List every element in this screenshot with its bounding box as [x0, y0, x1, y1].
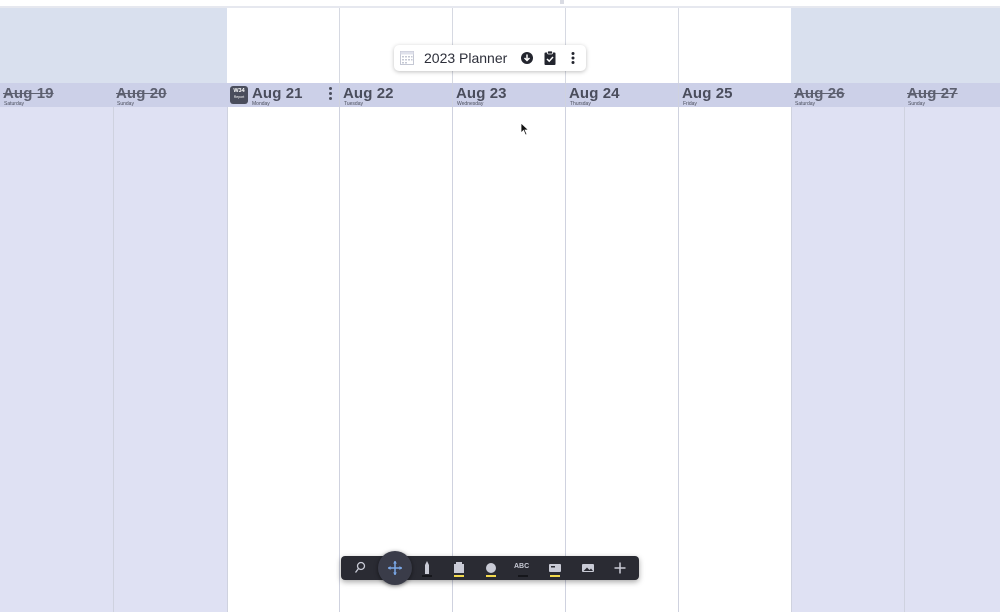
date-header-aug-20[interactable]: Aug 20 Sunday	[113, 83, 227, 107]
day-column-aug-26[interactable]	[791, 83, 904, 612]
download-icon[interactable]	[520, 50, 534, 66]
column-divider	[904, 83, 905, 612]
date-label: Aug 21	[252, 85, 303, 102]
column-divider	[452, 83, 453, 612]
weekday-label: Tuesday	[344, 101, 363, 107]
date-label: Aug 19	[3, 85, 54, 102]
column-divider	[791, 83, 792, 612]
weekday-label: Saturday	[795, 101, 816, 107]
shape-tool[interactable]	[478, 556, 504, 580]
date-label: Aug 23	[456, 85, 507, 102]
text-color-indicator	[518, 575, 528, 577]
clipboard-check-icon[interactable]	[543, 50, 557, 66]
date-header-aug-21[interactable]: W34 Report Aug 21 Monday	[227, 83, 339, 107]
day-column-aug-27[interactable]	[904, 83, 1000, 612]
highlighter-icon	[454, 562, 464, 573]
weekday-label: Sunday	[908, 101, 925, 107]
day-column-aug-21[interactable]	[227, 83, 339, 612]
sticky-note-icon	[549, 564, 561, 572]
pen-tool[interactable]	[414, 556, 440, 580]
date-header-strip: Aug 19 Saturday Aug 20 Sunday W34 Report…	[0, 83, 1000, 107]
day-column-aug-23[interactable]	[453, 83, 565, 612]
add-tool[interactable]	[607, 556, 633, 580]
date-label: Aug 26	[794, 85, 845, 102]
date-label: Aug 25	[682, 85, 733, 102]
circle-icon	[486, 563, 496, 573]
date-label: Aug 22	[343, 85, 394, 102]
week-report-label: Report	[233, 95, 245, 99]
highlighter-tool[interactable]	[446, 556, 472, 580]
day-column-aug-22[interactable]	[340, 83, 452, 612]
planner-title-bar: 2023 Planner	[394, 45, 586, 71]
column-divider	[227, 83, 228, 612]
date-header-aug-19[interactable]: Aug 19 Saturday	[0, 83, 113, 107]
date-header-aug-22[interactable]: Aug 22 Tuesday	[340, 83, 452, 107]
move-arrows-icon	[388, 561, 402, 575]
column-divider	[565, 83, 566, 612]
day-menu-icon[interactable]	[329, 87, 333, 102]
weekday-label: Monday	[252, 101, 270, 107]
date-label: Aug 24	[569, 85, 620, 102]
weekday-label: Thursday	[570, 101, 591, 107]
calendar-icon[interactable]	[400, 50, 414, 66]
date-label: Aug 20	[116, 85, 167, 102]
column-divider	[113, 83, 114, 612]
day-column-aug-24[interactable]	[566, 83, 678, 612]
header-divider	[678, 8, 679, 83]
shape-color-indicator	[486, 575, 496, 577]
day-column-aug-19[interactable]	[0, 83, 113, 612]
pen-icon	[425, 561, 429, 574]
top-edge-marker	[560, 0, 564, 4]
weekday-label: Saturday	[4, 101, 25, 107]
week-number-badge[interactable]: W34 Report	[230, 86, 248, 104]
date-header-aug-24[interactable]: Aug 24 Thursday	[566, 83, 678, 107]
weekday-label: Wednesday	[457, 101, 484, 107]
column-divider	[339, 83, 340, 612]
image-tool[interactable]	[575, 556, 601, 580]
top-edge	[0, 0, 1000, 8]
weekday-label: Friday	[683, 101, 697, 107]
drawing-toolbar: ABC	[341, 551, 639, 585]
planner-title[interactable]: 2023 Planner	[424, 50, 507, 66]
highlighter-color-indicator	[454, 575, 464, 577]
date-header-aug-25[interactable]: Aug 25 Friday	[679, 83, 791, 107]
text-tool[interactable]: ABC	[510, 556, 536, 580]
lasso-tool[interactable]	[347, 556, 373, 580]
day-column-aug-25[interactable]	[679, 83, 791, 612]
lasso-icon	[354, 561, 366, 573]
pen-color-indicator	[422, 575, 432, 577]
date-header-aug-27[interactable]: Aug 27 Sunday	[904, 83, 1000, 107]
image-icon	[582, 564, 594, 572]
date-header-aug-26[interactable]: Aug 26 Saturday	[791, 83, 904, 107]
mouse-cursor-icon	[520, 122, 530, 136]
date-header-aug-23[interactable]: Aug 23 Wednesday	[453, 83, 565, 107]
sticky-note-tool[interactable]	[542, 556, 568, 580]
header-divider	[339, 8, 340, 83]
move-tool[interactable]	[378, 551, 412, 585]
sticky-note-color-indicator	[550, 575, 560, 577]
weekend-header-area-left	[0, 8, 227, 83]
week-number-label: W34	[233, 88, 245, 94]
weekday-label: Sunday	[117, 101, 134, 107]
day-column-aug-20[interactable]	[113, 83, 227, 612]
date-label: Aug 27	[907, 85, 958, 102]
text-icon: ABC	[514, 563, 530, 570]
weekend-header-area-right	[791, 8, 1000, 83]
plus-icon	[614, 562, 626, 574]
more-vertical-icon[interactable]	[566, 50, 580, 66]
column-divider	[678, 83, 679, 612]
